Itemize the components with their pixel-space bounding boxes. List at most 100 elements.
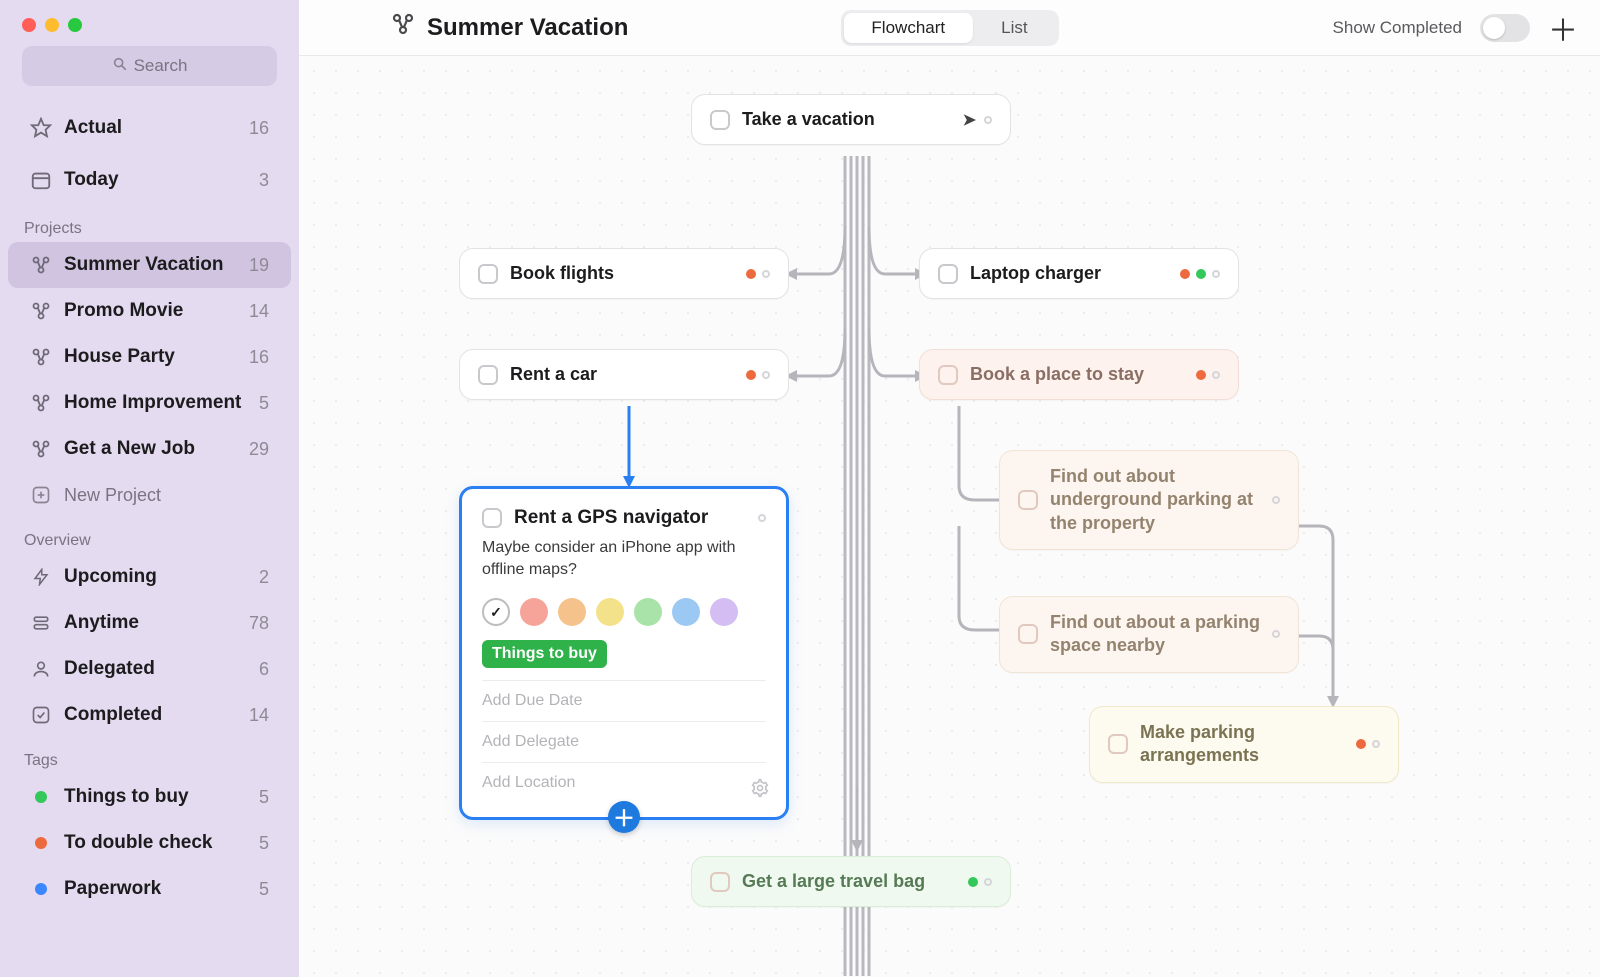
project-icon — [30, 255, 52, 275]
header-bar: Summer Vacation Flowchart List Show Comp… — [299, 0, 1600, 56]
card-rent-car[interactable]: Rent a car — [459, 349, 789, 400]
card-laptop-charger[interactable]: Laptop charger — [919, 248, 1239, 299]
sidebar-item-label: To double check — [64, 832, 213, 854]
card-take-vacation[interactable]: Take a vacation ➤ — [691, 94, 1011, 145]
card-label: Make parking arrangements — [1140, 721, 1344, 768]
new-project-label: New Project — [64, 485, 161, 506]
editor-note[interactable]: Maybe consider an iPhone app with offlin… — [482, 537, 766, 580]
swatch-purple[interactable] — [710, 598, 738, 626]
search-placeholder: Search — [134, 56, 188, 76]
checkbox[interactable] — [1108, 734, 1128, 754]
card-label: Book a place to stay — [970, 364, 1184, 385]
sidebar-item-house-party[interactable]: House Party 16 — [8, 334, 291, 380]
checkbox[interactable] — [710, 872, 730, 892]
section-label-tags: Tags — [0, 738, 299, 774]
sidebar-item-today[interactable]: Today 3 — [8, 154, 291, 206]
sidebar-item-label: Completed — [64, 704, 162, 726]
swatch-green[interactable] — [634, 598, 662, 626]
sidebar-item-count: 5 — [259, 393, 269, 414]
status-dots — [746, 370, 770, 380]
sidebar-item-home-improvement[interactable]: Home Improvement 5 — [8, 380, 291, 426]
swatch-none[interactable]: ✓ — [482, 598, 510, 626]
checkbox[interactable] — [938, 365, 958, 385]
window-controls — [0, 12, 299, 46]
sidebar-tag-paperwork[interactable]: Paperwork 5 — [8, 866, 291, 912]
section-label-projects: Projects — [0, 206, 299, 242]
swatch-blue[interactable] — [672, 598, 700, 626]
sidebar-item-anytime[interactable]: Anytime 78 — [8, 600, 291, 646]
checkbox[interactable] — [478, 264, 498, 284]
editor-delegate-field[interactable]: Add Delegate — [482, 721, 766, 762]
sidebar-item-promo-movie[interactable]: Promo Movie 14 — [8, 288, 291, 334]
tag-dot-icon — [30, 837, 52, 849]
card-travel-bag[interactable]: Get a large travel bag — [691, 856, 1011, 907]
sidebar-item-count: 29 — [249, 439, 269, 460]
editor-title[interactable]: Rent a GPS navigator — [514, 507, 708, 529]
sidebar-item-label: House Party — [64, 346, 175, 368]
sidebar-item-actual[interactable]: Actual 16 — [8, 102, 291, 154]
sidebar-item-count: 3 — [259, 170, 269, 191]
card-label: Take a vacation — [742, 109, 951, 130]
card-make-parking[interactable]: Make parking arrangements — [1089, 706, 1399, 783]
close-window[interactable] — [22, 18, 36, 32]
card-editor-gps[interactable]: Rent a GPS navigator Maybe consider an i… — [459, 486, 789, 820]
checkbox[interactable] — [482, 508, 502, 528]
view-switch: Flowchart List — [840, 10, 1058, 46]
gear-icon[interactable] — [750, 778, 770, 803]
add-child-button[interactable]: ＋ — [608, 801, 640, 833]
sidebar-item-count: 14 — [249, 301, 269, 322]
sidebar-item-count: 14 — [249, 705, 269, 726]
card-book-place[interactable]: Book a place to stay — [919, 349, 1239, 400]
sidebar-item-label: Summer Vacation — [64, 254, 223, 276]
sidebar-item-count: 5 — [259, 787, 269, 808]
plus-square-icon — [30, 485, 52, 505]
tag-dot-icon — [30, 791, 52, 803]
checkbox[interactable] — [478, 365, 498, 385]
search-input[interactable]: Search — [22, 46, 277, 86]
sidebar-item-completed[interactable]: Completed 14 — [8, 692, 291, 738]
project-icon — [30, 439, 52, 459]
checkbox[interactable] — [1018, 624, 1038, 644]
sidebar-item-get-new-job[interactable]: Get a New Job 29 — [8, 426, 291, 472]
status-dots — [1180, 269, 1220, 279]
page-title-text: Summer Vacation — [427, 14, 628, 42]
bolt-icon — [30, 568, 52, 586]
swatch-orange[interactable] — [558, 598, 586, 626]
sidebar-item-count: 2 — [259, 567, 269, 588]
sidebar-item-label: Promo Movie — [64, 300, 183, 322]
view-flowchart-tab[interactable]: Flowchart — [843, 13, 973, 43]
project-icon — [30, 393, 52, 413]
editor-tag-chip[interactable]: Things to buy — [482, 640, 607, 668]
card-parking-nearby[interactable]: Find out about a parking space nearby — [999, 596, 1299, 673]
sidebar-item-count: 6 — [259, 659, 269, 680]
new-project-button[interactable]: New Project — [8, 472, 291, 518]
flowchart-canvas[interactable]: Take a vacation ➤ Book flights Laptop ch… — [299, 56, 1600, 977]
zoom-window[interactable] — [68, 18, 82, 32]
add-task-button[interactable]: ＋ — [1548, 6, 1578, 50]
sidebar-item-summer-vacation[interactable]: Summer Vacation 19 — [8, 242, 291, 288]
sidebar-item-count: 16 — [249, 118, 269, 139]
editor-location-field[interactable]: Add Location — [482, 762, 766, 803]
swatch-red[interactable] — [520, 598, 548, 626]
minimize-window[interactable] — [45, 18, 59, 32]
card-book-flights[interactable]: Book flights — [459, 248, 789, 299]
sidebar-item-label: Anytime — [64, 612, 139, 634]
card-label: Get a large travel bag — [742, 871, 956, 892]
view-list-tab[interactable]: List — [973, 13, 1055, 43]
checkbox[interactable] — [1018, 490, 1038, 510]
sidebar-item-label: Things to buy — [64, 786, 189, 808]
sidebar-item-upcoming[interactable]: Upcoming 2 — [8, 554, 291, 600]
page-title: Summer Vacation — [391, 12, 628, 43]
editor-due-field[interactable]: Add Due Date — [482, 680, 766, 721]
card-underground-parking[interactable]: Find out about underground parking at th… — [999, 450, 1299, 550]
sidebar-tag-double-check[interactable]: To double check 5 — [8, 820, 291, 866]
sidebar-item-delegated[interactable]: Delegated 6 — [8, 646, 291, 692]
checkbox[interactable] — [710, 110, 730, 130]
swatch-yellow[interactable] — [596, 598, 624, 626]
sidebar-tag-things-to-buy[interactable]: Things to buy 5 — [8, 774, 291, 820]
status-dots — [1196, 370, 1220, 380]
show-completed-toggle[interactable] — [1480, 14, 1530, 42]
status-dots — [1356, 739, 1380, 749]
checkbox[interactable] — [938, 264, 958, 284]
tag-dot-icon — [30, 883, 52, 895]
